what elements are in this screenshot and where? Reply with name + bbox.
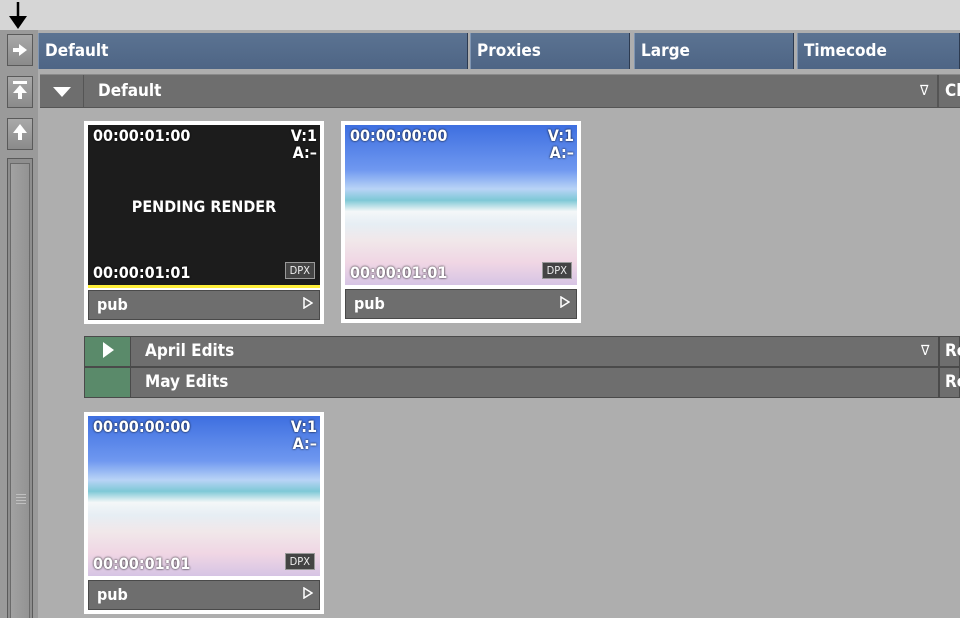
reel-cut-text: Re: [945, 372, 960, 392]
dropdown-icon[interactable]: ∇: [920, 75, 928, 107]
timecode-start: 00:00:01:00: [93, 126, 191, 145]
expand-button[interactable]: [7, 34, 33, 66]
clip-name: pub: [97, 585, 128, 604]
column-header-proxies[interactable]: Proxies: [470, 33, 630, 69]
scroll-up-button[interactable]: [7, 118, 33, 150]
reel-may-edits[interactable]: May Edits Re: [84, 367, 960, 398]
divider: [938, 368, 940, 397]
vertical-scrollbar[interactable]: [7, 158, 33, 618]
play-icon[interactable]: [303, 581, 314, 609]
top-strip: [0, 0, 960, 30]
format-badge: DPX: [284, 553, 315, 570]
clip-card[interactable]: 00:00:00:00 V:1 A:– 00:00:01:01 DPX pub: [341, 121, 581, 323]
format-badge: DPX: [541, 262, 572, 279]
play-icon[interactable]: [560, 290, 571, 318]
reel-april-edits[interactable]: April Edits ∇ Re: [84, 336, 960, 367]
reel-toggle[interactable]: [85, 368, 131, 397]
clip-thumbnail[interactable]: 00:00:01:00 V:1 A:– PENDING RENDER 00:00…: [88, 125, 320, 285]
clip-name-bar[interactable]: pub: [345, 289, 577, 319]
divider: [937, 75, 939, 107]
clip-name: pub: [97, 295, 128, 314]
play-icon[interactable]: [303, 291, 314, 319]
scroll-to-top-button[interactable]: [7, 76, 33, 108]
clip-name: pub: [354, 294, 385, 313]
clip-card[interactable]: 00:00:00:00 V:1 A:– 00:00:01:01 DPX pub: [84, 412, 324, 614]
column-header-default[interactable]: Default: [38, 33, 468, 69]
timecode-start: 00:00:00:00: [93, 417, 191, 436]
reel-toggle[interactable]: [85, 337, 131, 366]
collapse-toggle[interactable]: [40, 75, 84, 107]
clip-name-bar[interactable]: pub: [88, 290, 320, 320]
clip-name-bar[interactable]: pub: [88, 580, 320, 610]
reel-cut-text: Re: [945, 341, 960, 361]
timecode-end: 00:00:01:01: [93, 263, 191, 282]
scroll-to-top-icon: [13, 81, 27, 103]
left-rail: [0, 30, 38, 618]
clip-thumbnail[interactable]: 00:00:00:00 V:1 A:– 00:00:01:01 DPX: [88, 416, 320, 576]
column-header-large[interactable]: Large: [634, 33, 794, 69]
timecode-end: 00:00:01:01: [350, 263, 448, 282]
arrow-right-icon: [13, 41, 27, 60]
group-bar-default[interactable]: Default ∇ Cl: [40, 74, 960, 108]
reel-label: May Edits: [145, 372, 229, 392]
format-badge: DPX: [284, 262, 315, 279]
audio-track: A:–: [549, 143, 574, 162]
dropdown-icon[interactable]: ∇: [921, 337, 929, 366]
scrollbar-handle[interactable]: [10, 163, 30, 618]
pending-render-text: PENDING RENDER: [131, 197, 277, 216]
timecode-start: 00:00:00:00: [350, 126, 448, 145]
scroll-up-icon: [13, 124, 27, 144]
column-header-timecode[interactable]: Timecode: [797, 33, 960, 69]
clip-card[interactable]: 00:00:01:00 V:1 A:– PENDING RENDER 00:00…: [84, 121, 324, 324]
triangle-down-icon: [52, 82, 71, 101]
timecode-end: 00:00:01:01: [93, 554, 191, 573]
divider: [938, 337, 940, 366]
group-label: Default: [98, 81, 162, 101]
grip-icon: [16, 494, 26, 506]
group-cut-text: Cl: [945, 81, 960, 101]
triangle-right-icon: [102, 341, 114, 362]
reel-label: April Edits: [145, 341, 235, 361]
audio-track: A:–: [292, 143, 317, 162]
audio-track: A:–: [292, 434, 317, 453]
clip-thumbnail[interactable]: 00:00:00:00 V:1 A:– 00:00:01:01 DPX: [345, 125, 577, 285]
pending-indicator: [88, 285, 320, 288]
